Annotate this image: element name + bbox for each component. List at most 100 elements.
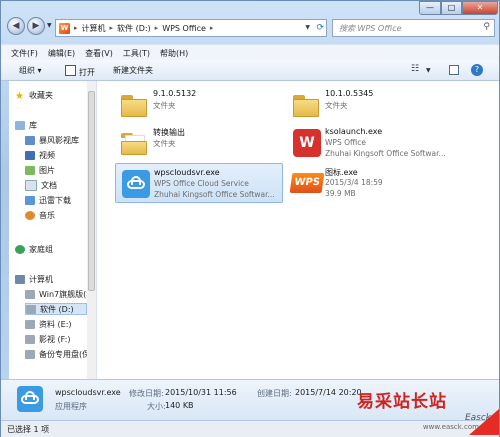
details-modified-value: 2015/10/31 11:56 <box>165 388 237 397</box>
search-box[interactable]: 搜索 WPS Office ⚲ <box>332 19 495 37</box>
drive-icon <box>25 349 35 359</box>
drive-icon <box>25 334 35 344</box>
menu-bar: 文件(F) 编辑(E) 查看(V) 工具(T) 帮助(H) <box>1 44 499 61</box>
menu-help[interactable]: 帮助(H) <box>160 48 188 59</box>
file-item-icon-exe[interactable]: WPS 图标.exe 2015/3/4 18:59 39.9 MB <box>287 163 457 203</box>
open-label: 打开 <box>79 68 95 77</box>
nav-label: 收藏夹 <box>29 90 53 100</box>
file-item-9-1-0-5132[interactable]: 9.1.0.5132 文件夹 <box>115 85 285 125</box>
picture-icon <box>25 165 35 175</box>
computer-icon <box>15 274 25 284</box>
breadcrumb-separator: ▸ <box>109 24 114 32</box>
address-dropdown-icon[interactable]: ▼ <box>305 24 310 31</box>
new-folder-button[interactable]: 新建文件夹 <box>113 65 153 76</box>
nav-library-documents[interactable]: 文档 <box>25 179 57 191</box>
open-icon <box>65 65 76 76</box>
nav-drive-e[interactable]: 资料 (E:) <box>25 318 72 330</box>
file-item-convert-output[interactable]: 转换输出 文件夹 <box>115 123 285 163</box>
nav-library-music[interactable]: 音乐 <box>25 209 55 221</box>
nav-drive-d[interactable]: 软件 (D:) <box>25 303 87 315</box>
breadcrumb-wps-office[interactable]: WPS Office <box>162 24 206 33</box>
details-created-value: 2015/7/14 20:20 <box>295 388 362 397</box>
status-text: 已选择 1 项 <box>7 425 50 434</box>
watermark-url: www.easck.com <box>422 423 479 431</box>
nav-scrollbar-thumb[interactable] <box>88 91 95 291</box>
nav-drive-f[interactable]: 影视 (F:) <box>25 333 70 345</box>
menu-edit[interactable]: 编辑(E) <box>48 48 75 59</box>
file-item-ksolaunch[interactable]: W ksolaunch.exe WPS Office Zhuhai Kingso… <box>287 123 492 163</box>
nav-library-video[interactable]: 视频 <box>25 149 55 161</box>
nav-drive-backup[interactable]: 备份专用盘(保 <box>25 348 90 360</box>
download-icon <box>25 195 35 205</box>
file-type: 文件夹 <box>325 101 348 110</box>
address-bar[interactable]: W ▸ 计算机 ▸ 软件 (D:) ▸ WPS Office ▸ ▼ ⟳ <box>55 19 327 37</box>
open-button[interactable]: 打开 <box>65 65 95 78</box>
file-description: WPS Office Cloud Service <box>154 179 249 188</box>
nav-label: 库 <box>29 120 37 130</box>
file-name: wpscloudsvr.exe <box>154 168 220 177</box>
file-date: 2015/3/4 18:59 <box>325 178 383 187</box>
nav-label: 家庭组 <box>29 244 53 254</box>
file-item-10-1-0-5345[interactable]: 10.1.0.5345 文件夹 <box>287 85 457 125</box>
homegroup-icon <box>15 244 25 254</box>
back-button[interactable]: ◀ <box>7 17 25 35</box>
view-dropdown-icon[interactable]: ▼ <box>426 67 431 74</box>
recent-pages-dropdown[interactable]: ▼ <box>47 22 52 29</box>
menu-file[interactable]: 文件(F) <box>11 48 38 59</box>
details-size-value: 140 KB <box>165 401 194 410</box>
nav-label: 视频 <box>39 150 55 160</box>
preview-pane-icon[interactable] <box>449 65 459 75</box>
nav-computer[interactable]: 计算机 <box>15 273 53 285</box>
nav-favorites[interactable]: ★ 收藏夹 <box>15 89 53 102</box>
menu-view[interactable]: 查看(V) <box>85 48 113 59</box>
file-list: 9.1.0.5132 文件夹 10.1.0.5345 文件夹 转换输出 文件夹 … <box>97 81 499 379</box>
document-icon <box>25 179 37 191</box>
video-icon <box>25 150 35 160</box>
change-view-icon[interactable]: ☷ <box>411 64 419 74</box>
watermark-sub: Easck <box>464 413 491 423</box>
nav-library-pictures[interactable]: 图片 <box>25 164 55 176</box>
forward-button[interactable]: ▶ <box>27 17 45 35</box>
nav-label: 软件 (D:) <box>40 304 74 314</box>
breadcrumb-drive-d[interactable]: 软件 (D:) <box>117 23 151 34</box>
menu-tools[interactable]: 工具(T) <box>123 48 150 59</box>
refresh-icon[interactable]: ⟳ <box>316 23 324 33</box>
maximize-button[interactable]: □ <box>441 1 462 15</box>
wps-folder-icon: W <box>59 22 70 34</box>
breadcrumb-separator: ▸ <box>74 24 78 32</box>
wps-writer-icon: W <box>291 127 321 157</box>
folder-icon <box>291 89 321 119</box>
music-icon <box>25 210 35 220</box>
file-item-wpscloudsvr[interactable]: wpscloudsvr.exe WPS Office Cloud Service… <box>115 163 283 203</box>
nav-label: 迅雷下载 <box>39 195 71 205</box>
cloud-icon <box>120 168 150 198</box>
help-button[interactable]: ? <box>471 64 483 76</box>
minimize-button[interactable]: — <box>419 1 441 15</box>
details-file-name: wpscloudsvr.exe <box>55 388 121 397</box>
nav-homegroup[interactable]: 家庭组 <box>15 243 53 255</box>
nav-library-baofeng[interactable]: 暴风影视库 <box>25 134 79 146</box>
nav-label: 计算机 <box>29 274 53 284</box>
library-icon <box>15 120 25 130</box>
breadcrumb-separator: ▸ <box>154 24 159 32</box>
drive-icon <box>26 304 36 314</box>
nav-label: 音乐 <box>39 210 55 220</box>
nav-drive-c[interactable]: Win7旗舰版(本 <box>25 288 94 300</box>
folder-icon <box>119 127 149 157</box>
drive-icon <box>25 289 35 299</box>
drive-icon <box>25 319 35 329</box>
file-type: 文件夹 <box>153 101 176 110</box>
close-button[interactable]: ✕ <box>462 1 498 15</box>
watermark: 易采站长站 Easck www.easck.com <box>357 387 499 437</box>
breadcrumb-computer[interactable]: 计算机 <box>82 23 106 34</box>
nav-label: 暴风影视库 <box>39 135 79 145</box>
nav-library-xunlei[interactable]: 迅雷下载 <box>25 194 71 206</box>
file-name: 9.1.0.5132 <box>153 89 197 98</box>
nav-library[interactable]: 库 <box>15 119 37 131</box>
nav-scrollbar[interactable] <box>87 81 96 379</box>
organize-button[interactable]: 组织 ▾ <box>19 65 42 76</box>
search-icon[interactable]: ⚲ <box>483 22 490 32</box>
file-name: 图标.exe <box>325 168 358 177</box>
breadcrumb-separator: ▸ <box>209 24 214 32</box>
details-file-type: 应用程序 <box>55 402 87 411</box>
